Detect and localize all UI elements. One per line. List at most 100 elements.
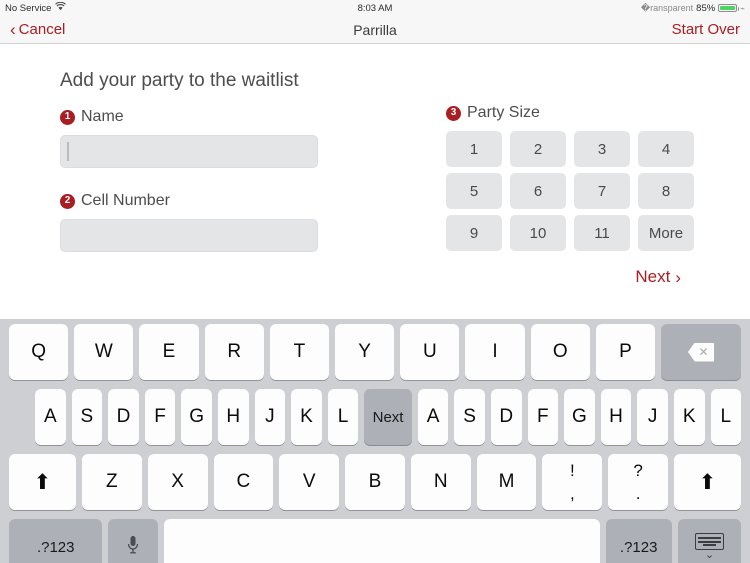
party-size-option-4[interactable]: 4: [638, 131, 694, 167]
form-right-column: 3 Party Size 1 2 3 4 5 6 7 8 9 10 11 More Next ›: [446, 104, 694, 287]
start-over-button[interactable]: Start Over: [672, 21, 740, 38]
navigation-bar: ‹ Cancel Parrilla Start Over: [0, 16, 750, 44]
charging-bolt-icon: ⌁: [740, 3, 745, 13]
punct-top-2: ?: [633, 461, 643, 480]
key-w[interactable]: W: [74, 324, 134, 380]
party-size-option-more[interactable]: More: [638, 215, 694, 251]
key-shift-left[interactable]: ⬆: [9, 454, 76, 510]
party-size-label: Party Size: [467, 104, 540, 121]
key-b[interactable]: B: [345, 454, 405, 510]
bluetooth-icon: �ransparent: [640, 2, 694, 13]
key-j[interactable]: J: [254, 389, 286, 445]
form-left-column: 1 Name 2 Cell Number: [60, 108, 318, 252]
key-d[interactable]: D: [108, 389, 139, 445]
key-y[interactable]: Y: [335, 324, 395, 380]
party-size-option-3[interactable]: 3: [574, 131, 630, 167]
hide-keyboard-icon: ⌄: [694, 533, 724, 561]
party-size-option-9[interactable]: 9: [446, 215, 502, 251]
cell-number-input[interactable]: [60, 219, 318, 252]
step-badge-1: 1: [60, 109, 75, 125]
key-a[interactable]: A: [417, 389, 449, 445]
key-v[interactable]: V: [279, 454, 340, 510]
text-caret: [67, 142, 69, 161]
key-space[interactable]: [163, 519, 600, 563]
name-input[interactable]: [60, 135, 318, 168]
key-backspace[interactable]: ✕: [661, 324, 741, 380]
key-d[interactable]: D: [490, 389, 522, 445]
key-f[interactable]: F: [527, 389, 559, 445]
key-m[interactable]: M: [476, 454, 537, 510]
key-l[interactable]: L: [710, 389, 742, 445]
cancel-label: Cancel: [18, 21, 66, 38]
numeric-key-label: .?123: [36, 538, 75, 556]
key-p[interactable]: P: [595, 324, 656, 380]
key-l[interactable]: L: [327, 389, 359, 445]
party-size-option-10[interactable]: 10: [510, 215, 566, 251]
form-heading: Add your party to the waitlist: [60, 70, 299, 91]
party-size-label-row: 3 Party Size: [446, 104, 688, 122]
punct-bottom-2: .: [635, 484, 641, 503]
key-z[interactable]: Z: [81, 454, 142, 510]
party-size-grid: 1 2 3 4 5 6 7 8 9 10 11 More: [446, 131, 694, 251]
cancel-button[interactable]: ‹ Cancel: [10, 21, 65, 38]
key-dictation[interactable]: [108, 519, 158, 563]
key-shift-right[interactable]: ⬆: [673, 454, 741, 510]
status-bar: No Service 8:03 AM �ransparent 85% ⌁: [0, 0, 750, 16]
key-t[interactable]: T: [269, 324, 330, 380]
party-size-option-7[interactable]: 7: [574, 173, 630, 209]
name-label: Name: [81, 108, 124, 125]
party-size-option-5[interactable]: 5: [446, 173, 502, 209]
punct-bottom-1: ,: [569, 484, 575, 503]
key-exclamation-comma[interactable]: ! ,: [542, 454, 603, 510]
key-numeric-left[interactable]: .?123: [9, 519, 103, 563]
return-key-label: Next: [372, 408, 404, 426]
key-a[interactable]: A: [35, 389, 66, 445]
status-bar-time: 8:03 AM: [357, 2, 393, 14]
waitlist-form: Add your party to the waitlist 1 Name 2 …: [0, 44, 750, 319]
key-e[interactable]: E: [139, 324, 199, 380]
keyboard-row-3: ⬆ ZXCVBNM ! , ? . ⬆: [3, 454, 747, 510]
party-size-option-6[interactable]: 6: [510, 173, 566, 209]
key-c[interactable]: C: [213, 454, 274, 510]
cell-label: Cell Number: [81, 192, 170, 209]
key-u[interactable]: U: [400, 324, 460, 380]
key-q[interactable]: Q: [9, 324, 69, 380]
key-question-period[interactable]: ? .: [608, 454, 668, 510]
numeric-key-label-right: .?123: [619, 538, 658, 556]
on-screen-keyboard: Q W E R T Y U I O P ✕ ASDFGHJKL Next ASDFGHJKL ⬆ Z…: [0, 319, 750, 563]
key-k[interactable]: K: [673, 389, 705, 445]
backspace-icon: ✕: [687, 342, 714, 362]
key-g[interactable]: G: [181, 389, 212, 445]
key-n[interactable]: N: [410, 454, 471, 510]
party-size-option-8[interactable]: 8: [638, 173, 694, 209]
key-g[interactable]: G: [564, 389, 595, 445]
key-return-next[interactable]: Next: [364, 389, 412, 445]
party-size-option-1[interactable]: 1: [446, 131, 502, 167]
key-h[interactable]: H: [217, 389, 249, 445]
key-x[interactable]: X: [147, 454, 208, 510]
battery-percent-label: 85%: [696, 2, 716, 14]
key-r[interactable]: R: [204, 324, 264, 380]
party-size-option-2[interactable]: 2: [510, 131, 566, 167]
battery-icon: [718, 3, 740, 13]
page-title: Parrilla: [353, 21, 397, 38]
key-o[interactable]: O: [530, 324, 590, 380]
status-bar-right: �ransparent 85% ⌁: [641, 3, 745, 14]
key-numeric-right[interactable]: .?123: [605, 519, 672, 563]
punct-top-1: !: [569, 461, 575, 480]
next-button[interactable]: Next ›: [635, 267, 681, 287]
key-f[interactable]: F: [144, 389, 176, 445]
party-size-option-11[interactable]: 11: [574, 215, 630, 251]
cell-field-label: 2 Cell Number: [60, 192, 318, 210]
key-s[interactable]: S: [71, 389, 103, 445]
key-j[interactable]: J: [637, 389, 668, 445]
key-i[interactable]: I: [465, 324, 525, 380]
next-label: Next: [635, 267, 671, 286]
key-h[interactable]: H: [600, 389, 632, 445]
key-hide-keyboard[interactable]: ⌄: [677, 519, 741, 563]
keyboard-row-1: Q W E R T Y U I O P ✕: [3, 324, 747, 380]
shift-arrow-icon: ⬆: [33, 470, 52, 494]
key-s[interactable]: S: [454, 389, 485, 445]
key-k[interactable]: K: [291, 389, 322, 445]
step-badge-2: 2: [60, 193, 75, 209]
